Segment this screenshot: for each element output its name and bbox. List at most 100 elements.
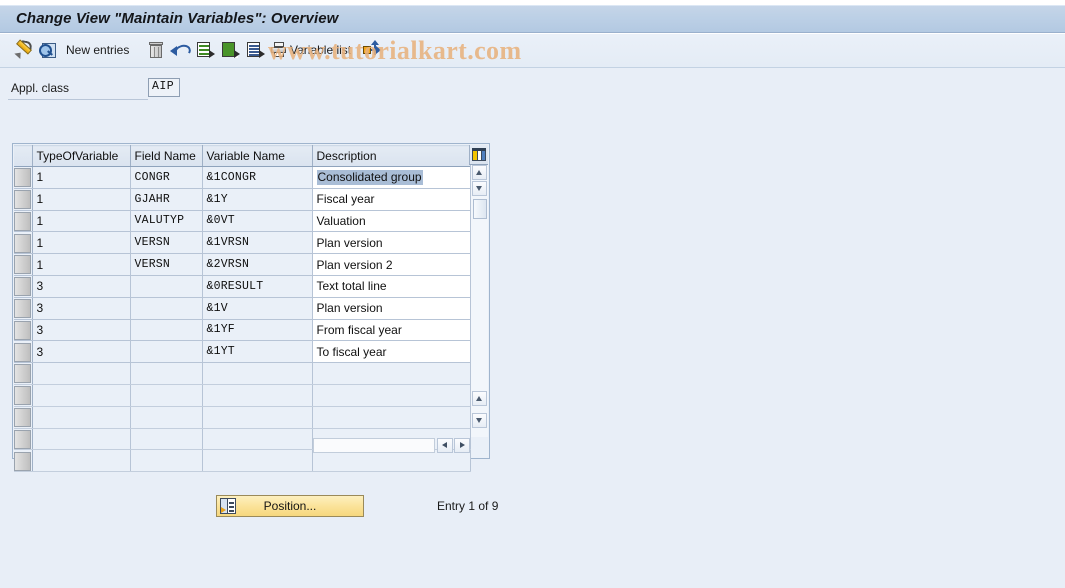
cell-field-name[interactable]: VERSN [130,231,203,255]
row-selector-button[interactable] [14,211,31,231]
cell-field-name[interactable] [130,275,203,298]
toolbar-display-details[interactable] [38,37,56,63]
row-selector-cell[interactable] [14,253,33,276]
row-selector-button[interactable] [14,429,31,449]
position-button[interactable]: Position... [216,495,364,517]
cell-description[interactable]: Plan version [312,231,471,255]
cell-field-name[interactable]: GJAHR [130,188,203,211]
row-selector-cell[interactable] [14,449,33,473]
vertical-scrollbar-thumb[interactable] [473,199,487,219]
row-selector-button[interactable] [14,277,31,297]
table-row[interactable]: 1 VALUTYP &0VT Valuation [14,210,471,233]
cell-field-name[interactable] [130,449,203,473]
cell-field-name[interactable]: VALUTYP [130,210,203,233]
toolbar-expand[interactable] [362,37,381,63]
table-row[interactable]: 3 &1YT To fiscal year [14,340,471,364]
row-selector-cell[interactable] [14,188,33,211]
row-selector-cell[interactable] [14,362,33,385]
cell-variable-name[interactable] [202,406,313,429]
appl-class-input[interactable]: AIP [148,78,180,97]
cell-field-name[interactable] [130,297,203,320]
scroll-page-up-button[interactable] [472,391,487,406]
row-selector-button[interactable] [14,298,31,318]
row-selector-cell[interactable] [14,210,33,233]
row-selector-cell[interactable] [14,319,33,342]
cell-variable-name[interactable]: &1Y [202,188,313,211]
cell-description[interactable]: To fiscal year [312,340,471,364]
cell-type-of-variable[interactable]: 1 [32,231,131,255]
row-selector-cell[interactable] [14,384,33,407]
cell-type-of-variable[interactable] [32,362,131,385]
row-selector-cell[interactable] [14,340,33,364]
cell-variable-name[interactable]: &1V [202,297,313,320]
toolbar-select-all[interactable] [221,37,240,63]
toolbar-new-entries[interactable]: New entries [66,37,129,63]
cell-description[interactable]: Plan version 2 [312,253,471,276]
toolbar-select-block[interactable] [246,37,265,63]
table-row[interactable] [14,384,471,407]
scroll-right-button[interactable] [454,438,470,453]
toolbar-undo[interactable] [170,37,193,63]
table-row[interactable]: 1 GJAHR &1Y Fiscal year [14,188,471,211]
cell-description[interactable] [312,384,471,407]
cell-type-of-variable[interactable]: 1 [32,210,131,233]
cell-type-of-variable[interactable] [32,406,131,429]
cell-variable-name[interactable]: &1YF [202,319,313,342]
cell-field-name[interactable]: VERSN [130,253,203,276]
scroll-left-button[interactable] [437,438,453,453]
toolbar-copy-as[interactable] [196,37,215,63]
table-row[interactable]: 1 CONGR &1CONGR Consolidated group [14,166,471,189]
cell-type-of-variable[interactable]: 3 [32,340,131,364]
row-selector-button[interactable] [14,342,31,362]
cell-variable-name[interactable]: &1CONGR [202,166,313,189]
row-selector-cell[interactable] [14,297,33,320]
cell-type-of-variable[interactable]: 1 [32,166,131,189]
horizontal-scrollbar-track[interactable] [313,438,435,453]
row-selector-button[interactable] [14,407,31,427]
table-row[interactable]: 3 &0RESULT Text total line [14,275,471,298]
cell-variable-name[interactable] [202,384,313,407]
toolbar-delete[interactable] [148,37,164,63]
cell-type-of-variable[interactable]: 3 [32,297,131,320]
cell-field-name[interactable] [130,362,203,385]
table-row[interactable] [14,406,471,429]
column-header-type-of-variable[interactable]: TypeOfVariable [32,145,131,167]
cell-type-of-variable[interactable]: 3 [32,275,131,298]
cell-description[interactable]: Fiscal year [312,188,471,211]
cell-type-of-variable[interactable] [32,428,131,451]
row-selector-button[interactable] [14,233,31,253]
table-row[interactable]: 1 VERSN &1VRSN Plan version [14,231,471,255]
cell-field-name[interactable] [130,384,203,407]
row-selector-button[interactable] [14,189,31,209]
row-selector-cell[interactable] [14,406,33,429]
row-selector-cell[interactable] [14,166,33,189]
table-row[interactable]: 3 &1YF From fiscal year [14,319,471,342]
scroll-page-down-button[interactable] [472,413,487,428]
table-row[interactable]: 3 &1V Plan version [14,297,471,320]
row-selector-cell[interactable] [14,275,33,298]
row-selector-button[interactable] [14,451,31,471]
cell-variable-name[interactable] [202,449,313,473]
vertical-scrollbar[interactable] [470,165,488,437]
scroll-up-button[interactable] [472,165,487,180]
toolbar-variable-list[interactable]: Variable list [270,37,351,63]
column-header-field-name[interactable]: Field Name [130,145,203,167]
cell-variable-name[interactable] [202,362,313,385]
horizontal-scrollbar[interactable] [313,438,471,454]
row-selector-button[interactable] [14,364,31,384]
cell-type-of-variable[interactable]: 1 [32,253,131,276]
table-row[interactable] [14,362,471,385]
row-selector-cell[interactable] [14,231,33,255]
column-header-variable-name[interactable]: Variable Name [202,145,313,167]
cell-type-of-variable[interactable] [32,449,131,473]
cell-type-of-variable[interactable]: 1 [32,188,131,211]
cell-description[interactable]: From fiscal year [312,319,471,342]
cell-field-name[interactable] [130,428,203,451]
cell-variable-name[interactable] [202,428,313,451]
toolbar-display-change-toggle[interactable] [14,37,33,63]
table-row[interactable]: 1 VERSN &2VRSN Plan version 2 [14,253,471,276]
cell-field-name[interactable] [130,406,203,429]
row-selector-button[interactable] [14,386,31,406]
scroll-down-button[interactable] [472,181,487,196]
cell-description[interactable]: Valuation [312,210,471,233]
